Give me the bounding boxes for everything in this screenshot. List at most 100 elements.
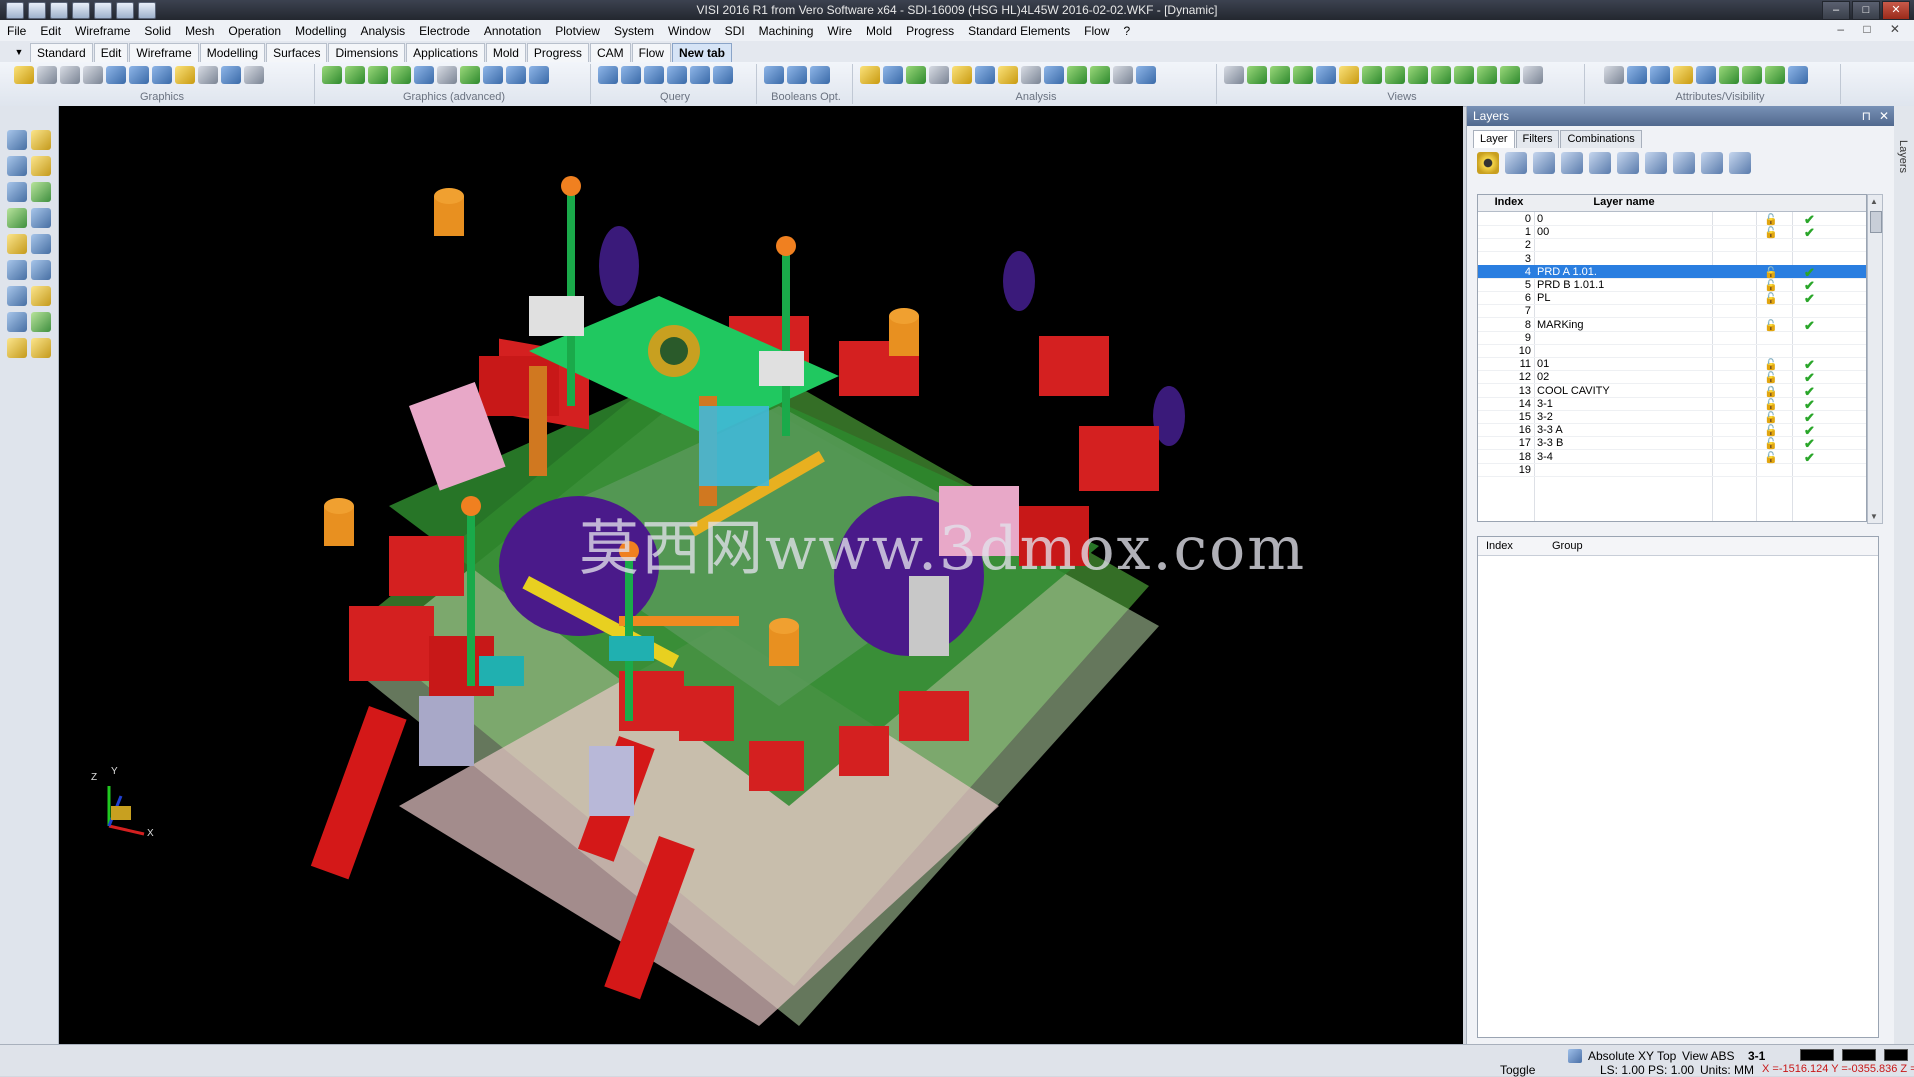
attribute-icon[interactable] bbox=[1788, 66, 1808, 84]
boolean-icon[interactable] bbox=[810, 66, 830, 84]
tool-icon[interactable] bbox=[7, 312, 27, 332]
attribute-icon[interactable] bbox=[1650, 66, 1670, 84]
attribute-icon[interactable] bbox=[1627, 66, 1647, 84]
tabs-dropdown-icon[interactable]: ▼ bbox=[12, 44, 26, 60]
render-icon[interactable] bbox=[483, 66, 503, 84]
column-header-index[interactable]: Index bbox=[1486, 196, 1532, 208]
view-cube-icon[interactable] bbox=[1500, 66, 1520, 84]
menu-plotview[interactable]: Plotview bbox=[548, 24, 607, 38]
shade-icon[interactable] bbox=[152, 66, 172, 84]
tab-standard[interactable]: Standard bbox=[30, 43, 93, 62]
view-cube-icon[interactable] bbox=[1316, 66, 1336, 84]
menu-sdi[interactable]: SDI bbox=[718, 24, 752, 38]
mdi-window-controls[interactable]: – □ ✕ bbox=[1837, 22, 1908, 36]
lock-closed-icon[interactable]: 🔒 bbox=[1764, 385, 1780, 398]
tool-icon[interactable] bbox=[31, 286, 51, 306]
shade-icon[interactable] bbox=[175, 66, 195, 84]
tool-icon[interactable] bbox=[7, 286, 27, 306]
scroll-down-icon[interactable]: ▼ bbox=[1870, 512, 1878, 521]
column-header-layer-name[interactable]: Layer name bbox=[1538, 196, 1710, 208]
tool-icon[interactable] bbox=[7, 182, 27, 202]
lock-open-icon[interactable]: 🔓 bbox=[1764, 358, 1780, 371]
view-cube-icon[interactable] bbox=[1293, 66, 1313, 84]
render-icon[interactable] bbox=[414, 66, 434, 84]
view-cube-icon[interactable] bbox=[1247, 66, 1267, 84]
layer-row[interactable]: 3 bbox=[1478, 252, 1866, 266]
analysis-icon[interactable] bbox=[1021, 66, 1041, 84]
menu-system[interactable]: System bbox=[607, 24, 661, 38]
menu-flow[interactable]: Flow bbox=[1077, 24, 1116, 38]
layer-row[interactable]: 17 3-3 B 🔓 ✔ bbox=[1478, 436, 1866, 451]
tool-icon[interactable] bbox=[7, 156, 27, 176]
layer-row[interactable]: 4 PRD A 1.01. 🔓 ✔ bbox=[1478, 264, 1866, 280]
attribute-icon[interactable] bbox=[1719, 66, 1739, 84]
tab-combinations[interactable]: Combinations bbox=[1560, 130, 1642, 148]
analysis-icon[interactable] bbox=[1090, 66, 1110, 84]
render-icon[interactable] bbox=[437, 66, 457, 84]
attribute-icon[interactable] bbox=[1673, 66, 1693, 84]
analysis-icon[interactable] bbox=[906, 66, 926, 84]
tab-filters[interactable]: Filters bbox=[1515, 130, 1560, 148]
color-swatch[interactable] bbox=[1800, 1049, 1834, 1061]
layer-edit-icon[interactable] bbox=[1561, 152, 1583, 174]
lock-open-icon[interactable]: 🔓 bbox=[1764, 398, 1780, 411]
menu-wireframe[interactable]: Wireframe bbox=[68, 24, 137, 38]
attribute-icon[interactable] bbox=[1765, 66, 1785, 84]
tool-icon[interactable] bbox=[31, 234, 51, 254]
graphics-viewport[interactable]: 莫西网www.3dmox.com Z Y X bbox=[59, 106, 1463, 1044]
view-cube-icon[interactable] bbox=[1477, 66, 1497, 84]
tab-edit[interactable]: Edit bbox=[93, 43, 129, 62]
attribute-icon[interactable] bbox=[1604, 66, 1624, 84]
analysis-icon[interactable] bbox=[929, 66, 949, 84]
tab-dimensions[interactable]: Dimensions bbox=[328, 43, 406, 62]
linewidth-swatch[interactable] bbox=[1884, 1049, 1908, 1061]
menu-operation[interactable]: Operation bbox=[221, 24, 288, 38]
lock-open-icon[interactable]: 🔓 bbox=[1764, 292, 1780, 305]
tab-wireframe[interactable]: Wireframe bbox=[129, 43, 199, 62]
column-header-index[interactable]: Index bbox=[1486, 540, 1513, 552]
layer-row[interactable]: 8 MARKing 🔓 ✔ bbox=[1478, 318, 1866, 333]
query-icon[interactable] bbox=[598, 66, 618, 84]
lock-open-icon[interactable]: 🔓 bbox=[1764, 266, 1780, 279]
render-icon[interactable] bbox=[345, 66, 365, 84]
query-icon[interactable] bbox=[621, 66, 641, 84]
layer-add-icon[interactable] bbox=[1533, 152, 1555, 174]
lock-open-icon[interactable]: 🔓 bbox=[1764, 279, 1780, 292]
view-cube-icon[interactable] bbox=[1454, 66, 1474, 84]
menu-help[interactable]: ? bbox=[1117, 24, 1138, 38]
layers-side-tab[interactable]: Layers bbox=[1897, 140, 1909, 173]
menu-annotation[interactable]: Annotation bbox=[477, 24, 548, 38]
view-icon[interactable] bbox=[37, 66, 57, 84]
analysis-icon[interactable] bbox=[883, 66, 903, 84]
lock-open-icon[interactable]: 🔓 bbox=[1764, 319, 1780, 332]
boolean-icon[interactable] bbox=[787, 66, 807, 84]
wire-icon[interactable] bbox=[221, 66, 241, 84]
view-cube-icon[interactable] bbox=[1408, 66, 1428, 84]
menu-progress[interactable]: Progress bbox=[899, 24, 961, 38]
tool-icon[interactable] bbox=[31, 130, 51, 150]
tool-icon[interactable] bbox=[7, 338, 27, 358]
attribute-icon[interactable] bbox=[1696, 66, 1716, 84]
tab-flow[interactable]: Flow bbox=[631, 43, 671, 62]
shade-icon[interactable] bbox=[106, 66, 126, 84]
menu-electrode[interactable]: Electrode bbox=[412, 24, 477, 38]
tab-mold[interactable]: Mold bbox=[485, 43, 526, 62]
menu-solid[interactable]: Solid bbox=[137, 24, 178, 38]
tool-icon[interactable] bbox=[7, 208, 27, 228]
visibility-icon[interactable] bbox=[1477, 152, 1499, 174]
render-icon[interactable] bbox=[391, 66, 411, 84]
view-cube-icon[interactable] bbox=[1270, 66, 1290, 84]
column-header-group[interactable]: Group bbox=[1552, 540, 1583, 552]
tool-icon[interactable] bbox=[7, 130, 27, 150]
analysis-icon[interactable] bbox=[1136, 66, 1156, 84]
layer-move-icon[interactable] bbox=[1617, 152, 1639, 174]
analysis-icon[interactable] bbox=[1067, 66, 1087, 84]
layer-row[interactable]: 1 00 🔓 ✔ bbox=[1478, 225, 1866, 240]
layer-row[interactable]: 16 3-3 A 🔓 ✔ bbox=[1478, 423, 1866, 438]
analysis-icon[interactable] bbox=[860, 66, 880, 84]
query-icon[interactable] bbox=[667, 66, 687, 84]
view-cube-icon[interactable] bbox=[1431, 66, 1451, 84]
lock-open-icon[interactable]: 🔓 bbox=[1764, 213, 1780, 226]
view-cube-icon[interactable] bbox=[1523, 66, 1543, 84]
view-icon[interactable] bbox=[83, 66, 103, 84]
